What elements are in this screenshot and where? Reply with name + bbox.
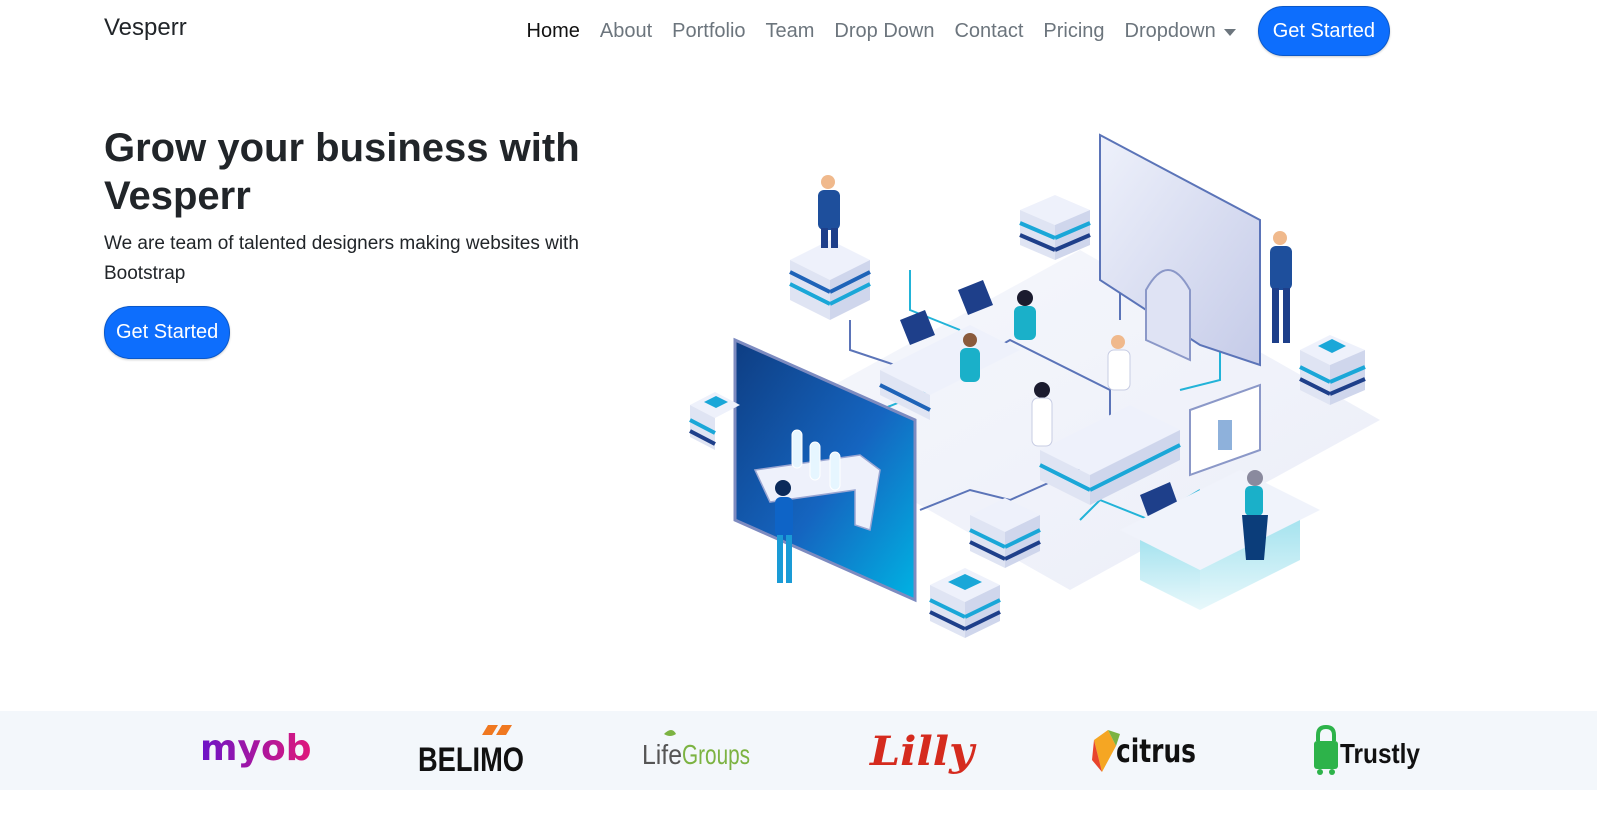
client-logo-myob: myob — [200, 711, 310, 790]
client-logo-lilly: Lilly — [866, 711, 986, 790]
svg-text:Groups: Groups — [682, 739, 750, 770]
navbar: Vesperr Home About Portfolio Team Drop D… — [0, 0, 1597, 62]
client-logo-belimo: BELIMO — [418, 711, 538, 790]
lifegroups-logo-icon: Life Groups — [642, 729, 750, 770]
svg-text:Lilly: Lilly — [869, 728, 977, 775]
nav-link-contact[interactable]: Contact — [954, 20, 1023, 43]
lilly-logo-icon: Lilly — [869, 728, 977, 775]
clients-strip: myob BELIMO Life Groups Lilly citrus Tru… — [0, 711, 1597, 790]
nav-link-team[interactable]: Team — [766, 20, 815, 43]
client-logo-trustly: Trustly — [1312, 711, 1424, 790]
nav-link-portfolio[interactable]: Portfolio — [672, 20, 745, 43]
client-logo-lifegroups: Life Groups — [642, 711, 762, 790]
trustly-logo-icon: Trustly — [1314, 724, 1420, 775]
svg-text:Trustly: Trustly — [1340, 738, 1420, 769]
nav-link-about[interactable]: About — [600, 20, 652, 43]
svg-text:Life: Life — [642, 739, 682, 770]
nav-link-pricing[interactable]: Pricing — [1043, 20, 1104, 43]
client-logo-citrus: citrus — [1090, 711, 1200, 790]
nav-link-drop-down[interactable]: Drop Down — [834, 20, 934, 43]
hero-illustration — [689, 133, 1380, 638]
hero-title: Grow your business with Vesperr — [104, 126, 580, 218]
citrus-logo-icon: citrus — [1092, 729, 1196, 772]
nav-get-started-button[interactable]: Get Started — [1257, 6, 1390, 56]
nav-dropdown-label: Dropdown — [1124, 19, 1216, 42]
svg-text:BELIMO: BELIMO — [418, 741, 524, 779]
svg-text:citrus: citrus — [1116, 732, 1196, 770]
caret-down-icon — [1223, 28, 1236, 36]
svg-text:myob: myob — [200, 728, 310, 769]
nav-link-home[interactable]: Home — [527, 20, 580, 43]
belimo-logo-icon: BELIMO — [418, 724, 524, 779]
myob-logo-icon: myob — [200, 728, 310, 769]
nav-link-dropdown[interactable]: Dropdown — [1125, 20, 1236, 43]
hero-subtitle: We are team of talented designers making… — [104, 233, 579, 284]
brand-logo[interactable]: Vesperr — [104, 14, 187, 42]
hero-get-started-button[interactable]: Get Started — [104, 306, 231, 359]
main-nav: Home About Portfolio Team Drop Down Cont… — [507, 6, 1390, 56]
